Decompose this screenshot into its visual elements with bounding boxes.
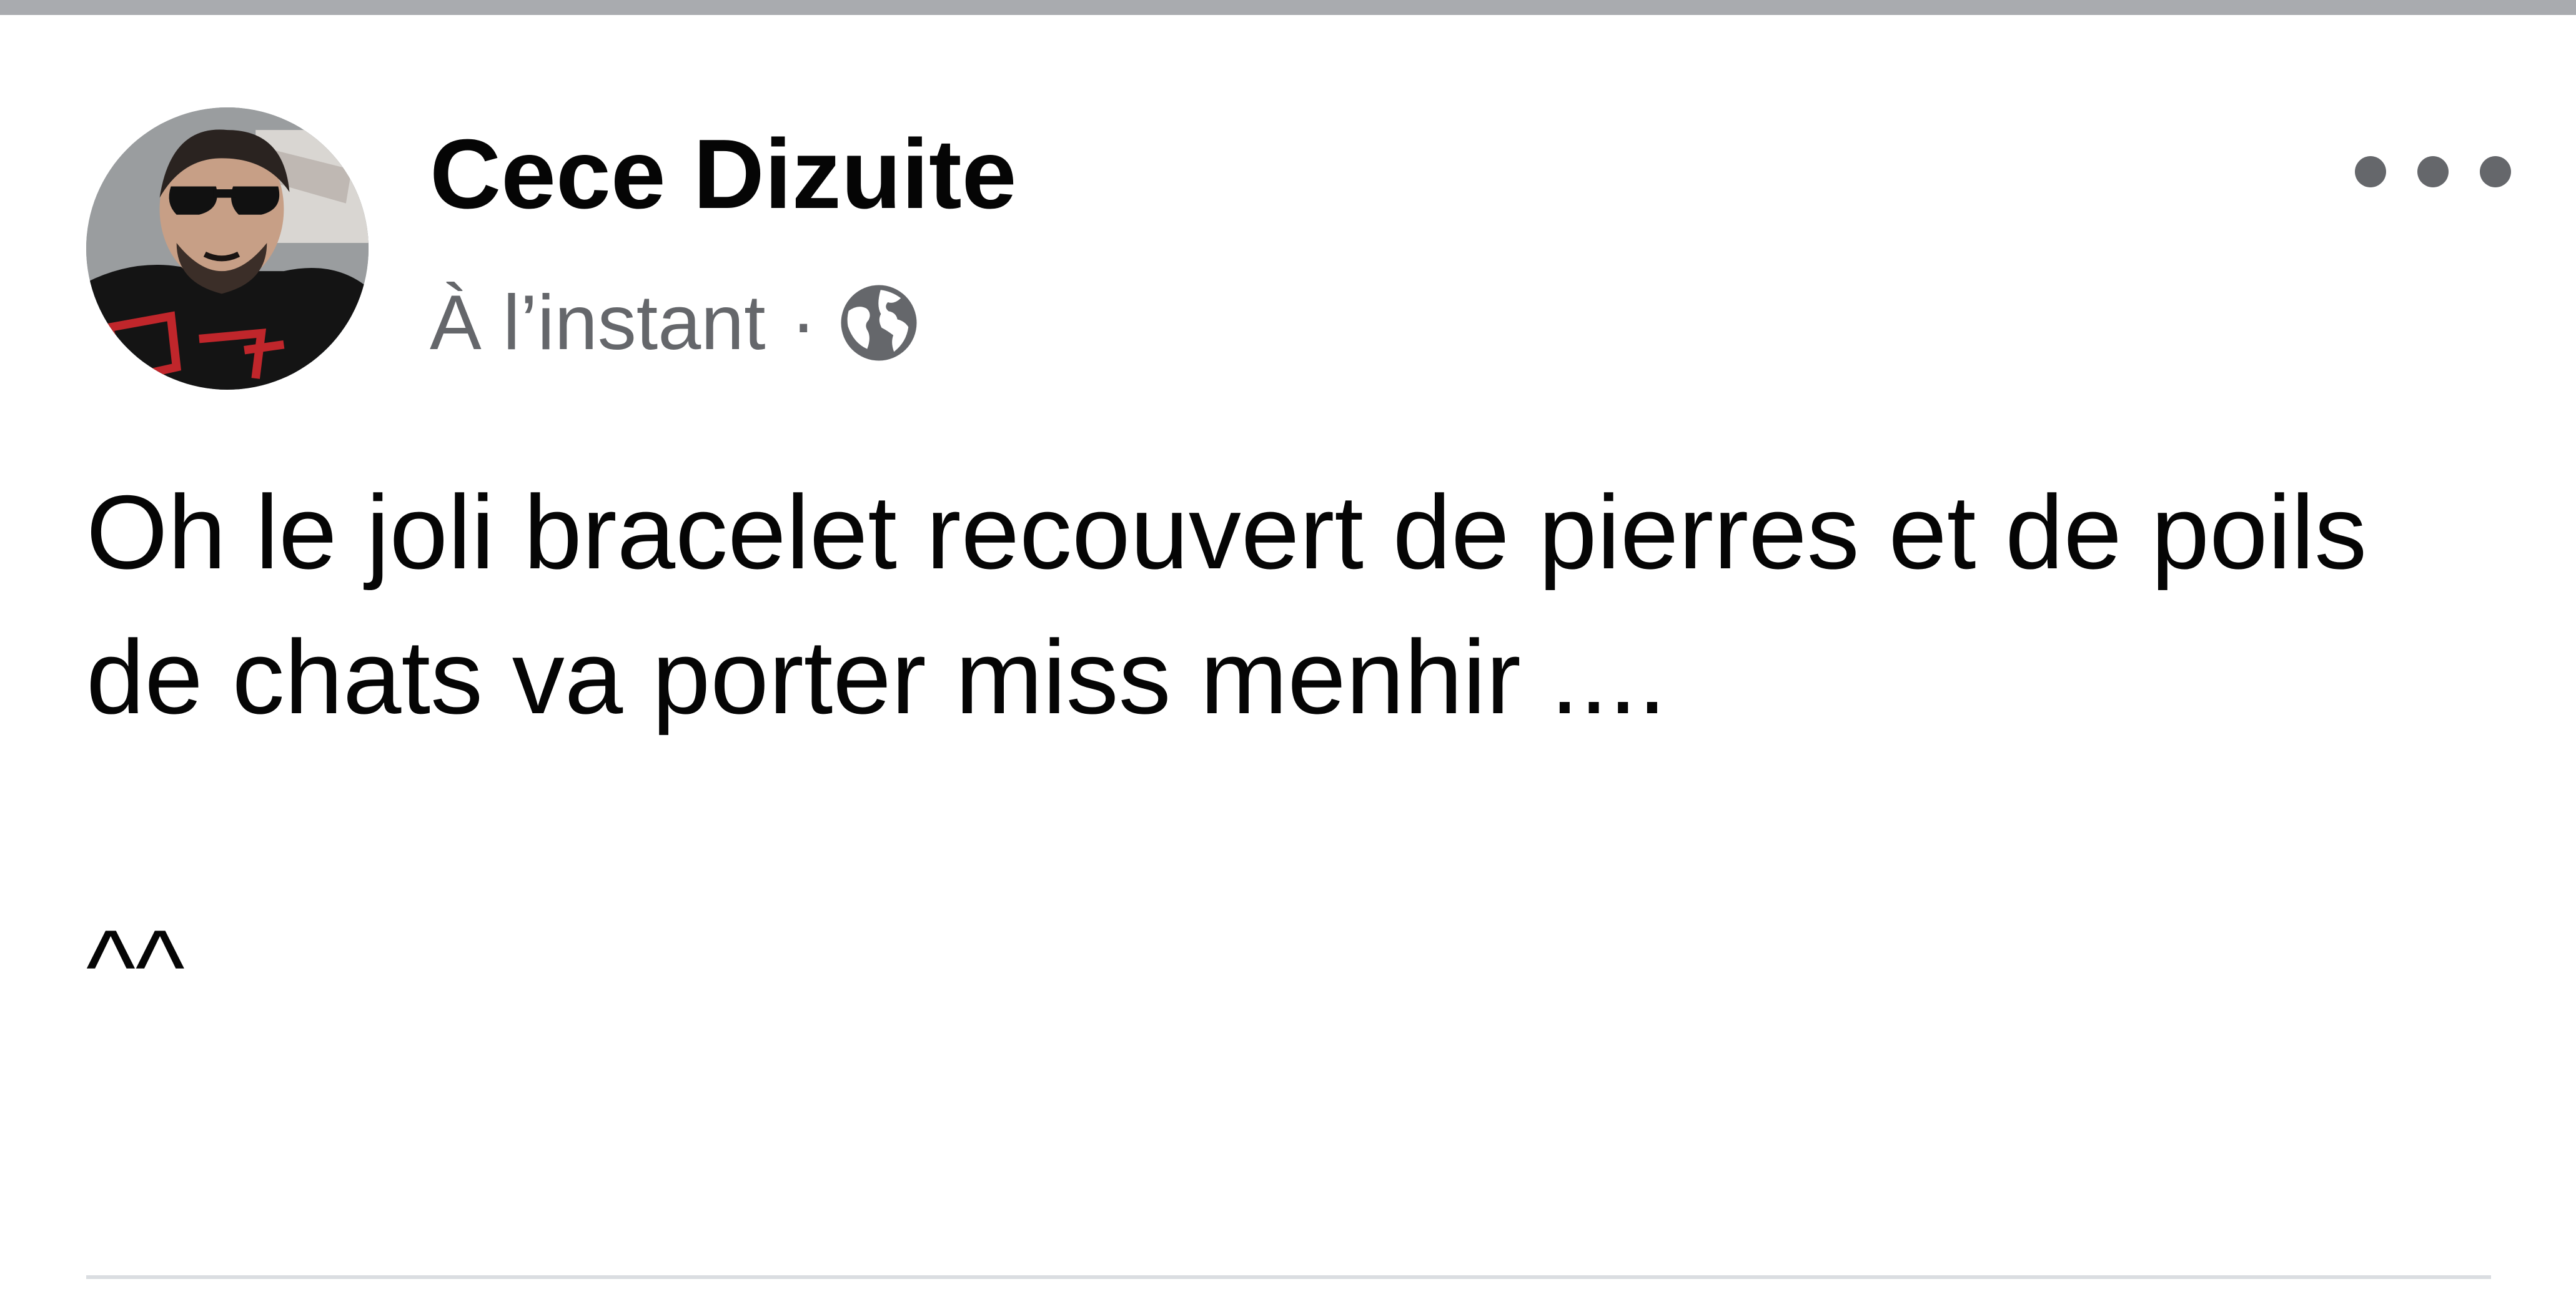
author-avatar[interactable] — [86, 107, 369, 390]
top-divider — [0, 0, 2576, 15]
more-dot — [2355, 156, 2386, 187]
post-meta: À l’instant · — [430, 276, 920, 370]
globe-icon[interactable] — [838, 282, 920, 364]
feed-post: Cece Dizuite À l’instant · Oh le joli br… — [0, 15, 2576, 1294]
post-text-line: Oh le joli bracelet recouvert de pierres… — [86, 473, 2367, 736]
author-name[interactable]: Cece Dizuite — [430, 125, 1017, 224]
post-text-line: ^^ — [86, 908, 185, 1025]
post-timestamp[interactable]: À l’instant — [430, 284, 766, 362]
post-text: Oh le joli bracelet recouvert de pierres… — [86, 460, 2447, 1039]
more-options-icon[interactable] — [2355, 144, 2511, 200]
more-dot — [2417, 156, 2449, 187]
more-dot — [2480, 156, 2511, 187]
avatar-photo — [86, 107, 369, 390]
meta-separator: · — [790, 280, 816, 366]
post-divider — [86, 1275, 2491, 1279]
